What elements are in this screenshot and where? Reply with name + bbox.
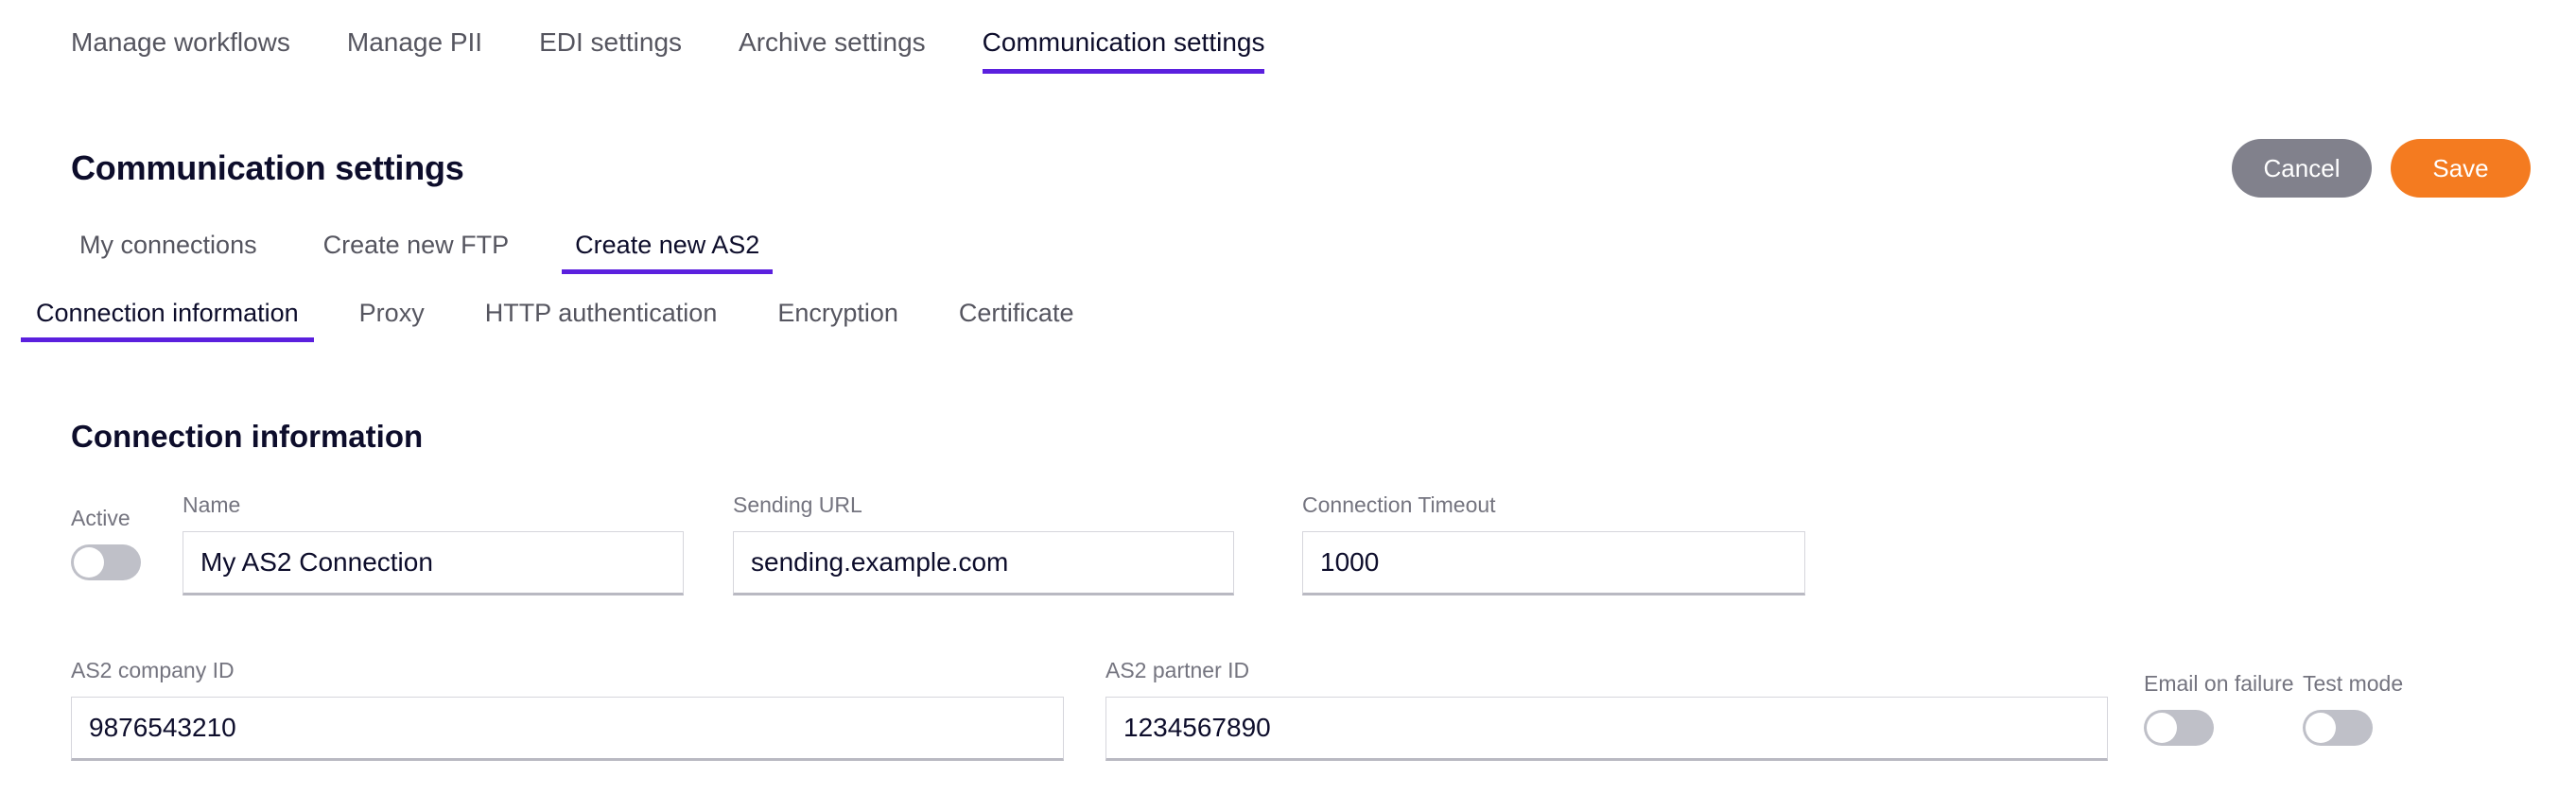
section-heading: Connection information <box>71 419 424 455</box>
field-active: Active <box>71 505 183 595</box>
tab-manage-pii[interactable]: Manage PII <box>347 26 482 74</box>
form-row-secondary: AS2 company ID AS2 partner ID Email on f… <box>0 657 2576 761</box>
tab-label: EDI settings <box>539 27 683 57</box>
field-connection-timeout: Connection Timeout <box>1302 492 1805 595</box>
as2-company-id-input[interactable] <box>71 697 1064 761</box>
tab-label: Create new FTP <box>322 231 510 259</box>
field-label-active: Active <box>71 506 131 530</box>
tab-connection-information[interactable]: Connection information <box>21 298 314 342</box>
test-mode-toggle[interactable] <box>2303 710 2373 746</box>
tab-label: My connections <box>79 231 257 259</box>
field-label-name: Name <box>183 492 241 517</box>
primary-tab-bar: Manage workflows Manage PII EDI settings… <box>0 0 2576 83</box>
tab-encryption[interactable]: Encryption <box>762 298 914 342</box>
tab-label: Archive settings <box>739 27 926 57</box>
connection-timeout-input[interactable] <box>1302 531 1805 595</box>
tab-manage-workflows[interactable]: Manage workflows <box>71 26 290 74</box>
tab-archive-settings[interactable]: Archive settings <box>739 26 926 74</box>
tab-label: Manage PII <box>346 27 483 57</box>
header-actions: Cancel Save <box>2232 139 2531 198</box>
tab-my-connections[interactable]: My connections <box>66 230 270 274</box>
field-email-on-failure: Email on failure <box>2144 670 2294 761</box>
tab-label: Create new AS2 <box>575 231 760 259</box>
field-sending-url: Sending URL <box>733 492 1234 595</box>
save-button[interactable]: Save <box>2391 139 2531 198</box>
tab-create-new-ftp[interactable]: Create new FTP <box>310 230 523 274</box>
toggle-knob-icon <box>2147 713 2177 743</box>
tab-communication-settings[interactable]: Communication settings <box>982 26 1265 74</box>
as2-detail-tab-bar: Connection information Proxy HTTP authen… <box>0 298 2576 356</box>
field-label-test-mode: Test mode <box>2303 671 2404 696</box>
as2-partner-id-input[interactable] <box>1105 697 2108 761</box>
tab-certificate[interactable]: Certificate <box>944 298 1089 342</box>
connection-tab-bar: My connections Create new FTP Create new… <box>0 230 2576 288</box>
field-label-as2-company-id: AS2 company ID <box>71 658 235 682</box>
tab-label: Communication settings <box>982 27 1265 57</box>
tab-label: HTTP authentication <box>484 299 718 327</box>
form-row-primary: Active Name Sending URL Connection Timeo… <box>0 492 2576 595</box>
tab-label: Proxy <box>358 299 425 327</box>
page-header: Communication settings Cancel Save <box>0 130 2576 206</box>
tab-label: Connection information <box>36 299 299 327</box>
tab-http-authentication[interactable]: HTTP authentication <box>470 298 733 342</box>
field-test-mode: Test mode <box>2303 670 2443 761</box>
active-toggle[interactable] <box>71 544 141 580</box>
tab-label: Certificate <box>958 299 1074 327</box>
tab-create-new-as2[interactable]: Create new AS2 <box>562 230 774 274</box>
toggle-knob-icon <box>2306 713 2336 743</box>
tab-edi-settings[interactable]: EDI settings <box>539 26 682 74</box>
tab-proxy[interactable]: Proxy <box>344 298 440 342</box>
tab-label: Encryption <box>777 299 898 327</box>
sending-url-input[interactable] <box>733 531 1234 595</box>
field-label-email-on-failure: Email on failure <box>2144 671 2294 696</box>
cancel-button[interactable]: Cancel <box>2232 139 2372 198</box>
toggle-knob-icon <box>74 547 104 578</box>
field-as2-partner-id: AS2 partner ID <box>1105 657 2108 761</box>
field-label-sending-url: Sending URL <box>733 492 862 517</box>
name-input[interactable] <box>183 531 684 595</box>
page-title: Communication settings <box>71 148 464 187</box>
tab-label: Manage workflows <box>71 27 290 57</box>
field-label-connection-timeout: Connection Timeout <box>1302 492 1496 517</box>
field-name: Name <box>183 492 684 595</box>
email-on-failure-toggle[interactable] <box>2144 710 2214 746</box>
field-as2-company-id: AS2 company ID <box>71 657 1064 761</box>
field-label-as2-partner-id: AS2 partner ID <box>1105 658 1250 682</box>
